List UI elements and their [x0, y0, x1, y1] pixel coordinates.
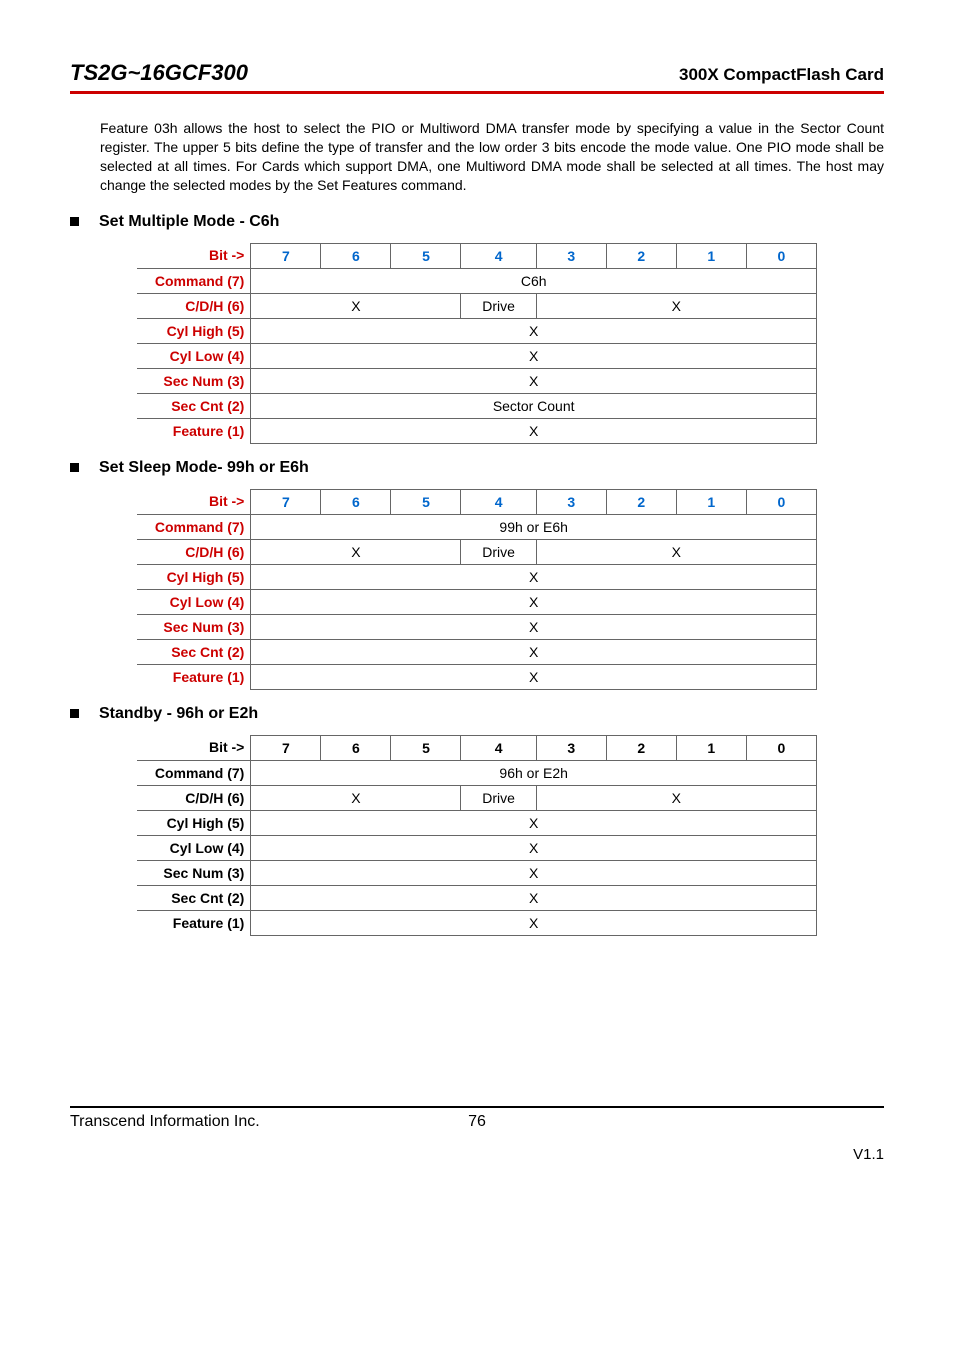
feature-label: Feature (1) [137, 664, 251, 689]
cylhigh-label: Cyl High (5) [137, 318, 251, 343]
seccnt-value: X [251, 885, 817, 910]
bit-column-header: 2 [606, 243, 676, 268]
bit-column-header: 3 [536, 243, 606, 268]
bit-column-header: 2 [606, 489, 676, 514]
cyllow-label: Cyl Low (4) [137, 835, 251, 860]
feature-description: Feature 03h allows the host to select th… [100, 119, 884, 195]
page-footer: Transcend Information Inc. 76 [70, 1106, 884, 1131]
seccnt-label: Sec Cnt (2) [137, 885, 251, 910]
company-name: Transcend Information Inc. [70, 1113, 341, 1131]
register-table: Bit ->76543210 Command (7)96h or E2hC/D/H… [137, 735, 817, 936]
cylhigh-label: Cyl High (5) [137, 810, 251, 835]
bit-column-header: 1 [676, 735, 746, 760]
product-model: TS2G~16GCF300 [70, 60, 248, 86]
cdh-drive-value: Drive [461, 293, 536, 318]
bit-column-header: 0 [746, 243, 816, 268]
cylhigh-value: X [251, 564, 817, 589]
command-value: 99h or E6h [251, 514, 817, 539]
bit-header-label: Bit -> [137, 489, 251, 514]
cyllow-value: X [251, 343, 817, 368]
cdh-left-value: X [251, 785, 461, 810]
bit-column-header: 6 [321, 243, 391, 268]
cdh-right-value: X [536, 293, 816, 318]
feature-value: X [251, 664, 817, 689]
feature-label: Feature (1) [137, 418, 251, 443]
seccnt-value: X [251, 639, 817, 664]
cylhigh-label: Cyl High (5) [137, 564, 251, 589]
bit-column-header: 2 [606, 735, 676, 760]
cdh-right-value: X [536, 539, 816, 564]
bit-column-header: 5 [391, 735, 461, 760]
cdh-drive-value: Drive [461, 539, 536, 564]
secnum-label: Sec Num (3) [137, 614, 251, 639]
bit-column-header: 7 [251, 243, 321, 268]
section-title: Set Multiple Mode - C6h [70, 213, 884, 231]
seccnt-value: Sector Count [251, 393, 817, 418]
square-bullet-icon [70, 217, 79, 226]
command-label: Command (7) [137, 760, 251, 785]
secnum-value: X [251, 860, 817, 885]
bit-column-header: 4 [461, 489, 536, 514]
secnum-label: Sec Num (3) [137, 860, 251, 885]
seccnt-label: Sec Cnt (2) [137, 639, 251, 664]
secnum-value: X [251, 614, 817, 639]
feature-label: Feature (1) [137, 910, 251, 935]
cdh-left-value: X [251, 539, 461, 564]
command-label: Command (7) [137, 268, 251, 293]
bit-column-header: 1 [676, 243, 746, 268]
cdh-label: C/D/H (6) [137, 293, 251, 318]
product-subtitle: 300X CompactFlash Card [679, 65, 884, 85]
bit-column-header: 4 [461, 735, 536, 760]
page-number: 76 [341, 1113, 612, 1131]
cylhigh-value: X [251, 810, 817, 835]
bit-column-header: 0 [746, 489, 816, 514]
register-table: Bit ->76543210 Command (7)99h or E6hC/D/H… [137, 489, 817, 690]
bit-column-header: 3 [536, 735, 606, 760]
bit-column-header: 5 [391, 243, 461, 268]
bit-column-header: 1 [676, 489, 746, 514]
cyllow-label: Cyl Low (4) [137, 589, 251, 614]
square-bullet-icon [70, 709, 79, 718]
cylhigh-value: X [251, 318, 817, 343]
section-title-text: Set Sleep Mode- 99h or E6h [99, 459, 309, 477]
cyllow-value: X [251, 589, 817, 614]
square-bullet-icon [70, 463, 79, 472]
bit-column-header: 7 [251, 489, 321, 514]
section-title-text: Set Multiple Mode - C6h [99, 213, 279, 231]
version-label: V1.1 [70, 1146, 884, 1163]
seccnt-label: Sec Cnt (2) [137, 393, 251, 418]
command-value: C6h [251, 268, 817, 293]
cdh-label: C/D/H (6) [137, 539, 251, 564]
feature-value: X [251, 910, 817, 935]
bit-column-header: 6 [321, 735, 391, 760]
bit-header-label: Bit -> [137, 243, 251, 268]
cdh-drive-value: Drive [461, 785, 536, 810]
bit-column-header: 7 [251, 735, 321, 760]
command-label: Command (7) [137, 514, 251, 539]
bit-column-header: 3 [536, 489, 606, 514]
section-title: Set Sleep Mode- 99h or E6h [70, 459, 884, 477]
bit-column-header: 5 [391, 489, 461, 514]
cdh-left-value: X [251, 293, 461, 318]
bit-header-label: Bit -> [137, 735, 251, 760]
cdh-label: C/D/H (6) [137, 785, 251, 810]
feature-value: X [251, 418, 817, 443]
bit-column-header: 6 [321, 489, 391, 514]
section-title: Standby - 96h or E2h [70, 705, 884, 723]
cdh-right-value: X [536, 785, 816, 810]
page-header: TS2G~16GCF300 300X CompactFlash Card [70, 60, 884, 94]
secnum-label: Sec Num (3) [137, 368, 251, 393]
section-title-text: Standby - 96h or E2h [99, 705, 258, 723]
cyllow-label: Cyl Low (4) [137, 343, 251, 368]
command-value: 96h or E2h [251, 760, 817, 785]
bit-column-header: 0 [746, 735, 816, 760]
cyllow-value: X [251, 835, 817, 860]
register-table: Bit ->76543210Command (7)C6hC/D/H (6)XDr… [137, 243, 817, 444]
secnum-value: X [251, 368, 817, 393]
bit-column-header: 4 [461, 243, 536, 268]
